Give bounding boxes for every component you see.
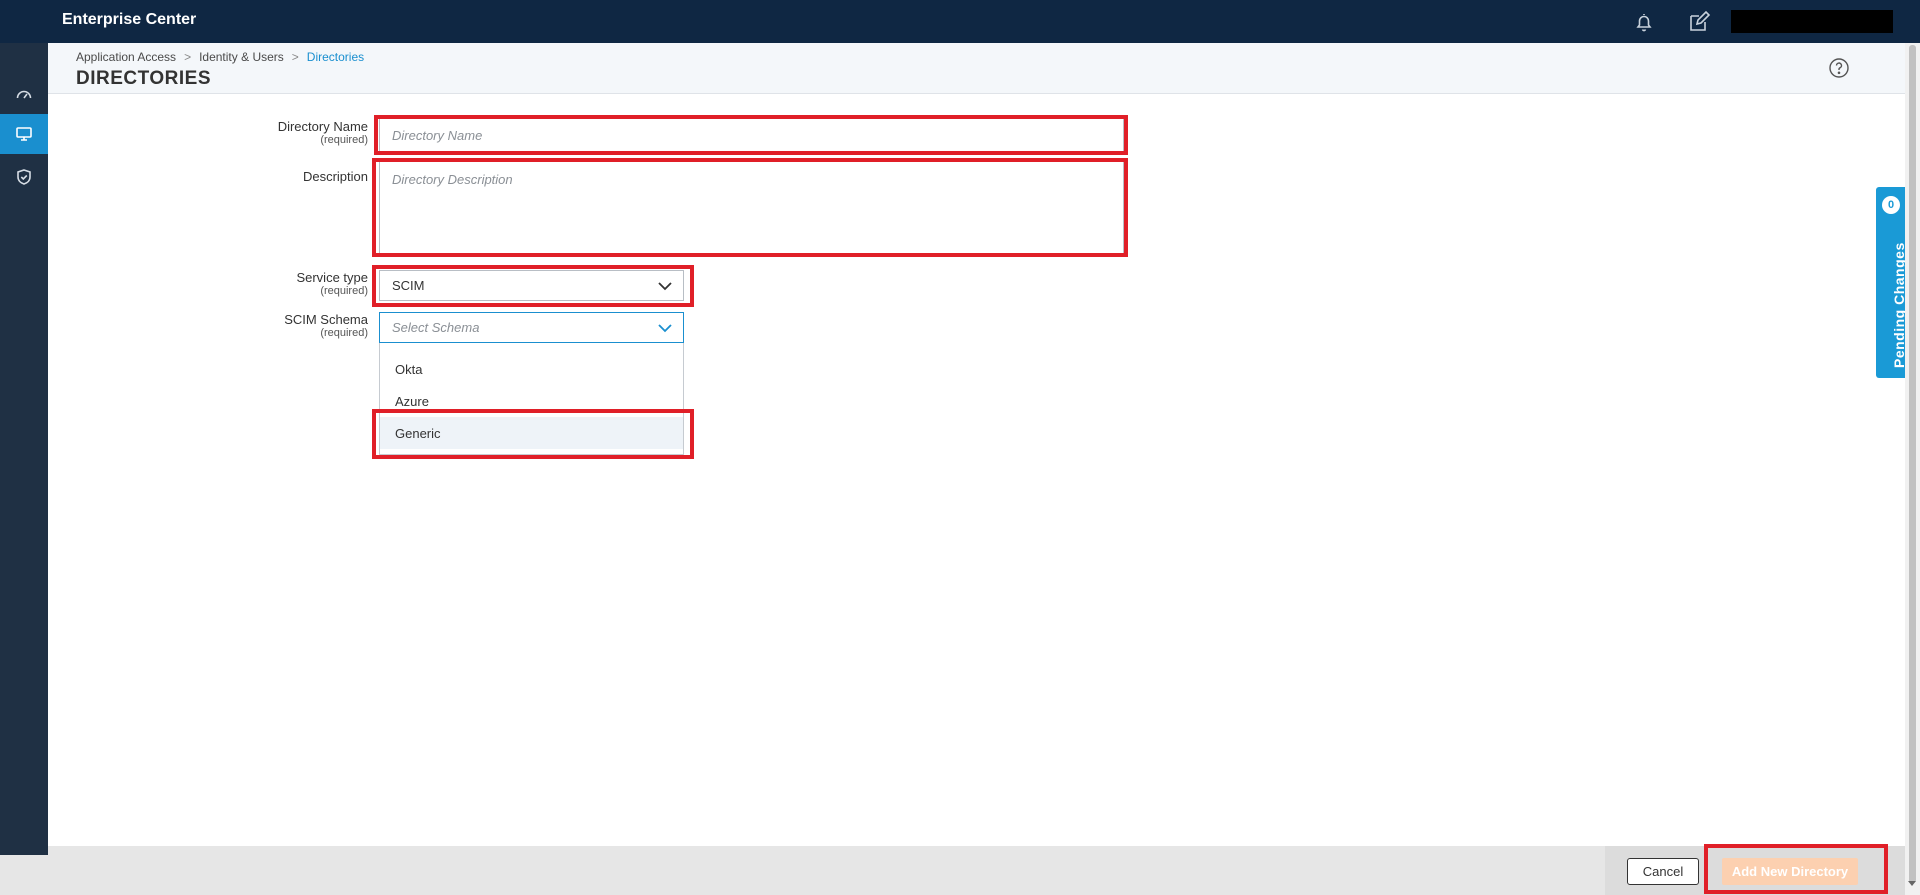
monitor-icon bbox=[16, 127, 32, 141]
bell-icon[interactable] bbox=[1632, 10, 1656, 34]
breadcrumb-separator: > bbox=[184, 50, 192, 64]
vertical-scrollbar[interactable] bbox=[1905, 43, 1920, 895]
scroll-down-icon[interactable] bbox=[1908, 881, 1916, 886]
pending-changes-count: 0 bbox=[1882, 196, 1900, 214]
top-bar: Enterprise Center bbox=[0, 0, 1920, 43]
scim-schema-label: SCIM Schema (required) bbox=[168, 312, 368, 340]
cancel-button[interactable]: Cancel bbox=[1627, 858, 1699, 885]
scrollbar-thumb[interactable] bbox=[1909, 45, 1916, 883]
breadcrumb-item-application-access[interactable]: Application Access bbox=[76, 50, 176, 64]
directory-name-placeholder: Directory Name bbox=[392, 127, 483, 143]
user-menu[interactable] bbox=[1731, 10, 1893, 33]
required-note: (required) bbox=[320, 134, 368, 146]
service-type-label-text: Service type bbox=[296, 270, 368, 285]
dropdown-option-okta[interactable]: Okta bbox=[380, 353, 683, 385]
directory-name-label: Directory Name (required) bbox=[168, 119, 368, 147]
directory-name-label-text: Directory Name bbox=[277, 119, 368, 134]
footer-bar bbox=[0, 855, 1605, 895]
scim-schema-select[interactable]: Select Schema bbox=[379, 312, 684, 343]
breadcrumb-item-directories: Directories bbox=[306, 50, 365, 64]
dropdown-option-generic[interactable]: Generic bbox=[380, 417, 683, 449]
description-placeholder: Directory Description bbox=[392, 172, 513, 187]
required-note: (required) bbox=[320, 285, 368, 297]
footer-bar bbox=[48, 846, 1605, 855]
app-title: Enterprise Center bbox=[62, 11, 197, 28]
pending-changes-tab[interactable]: 0 Pending Changes bbox=[1876, 187, 1907, 378]
dropdown-option-azure[interactable]: Azure bbox=[380, 385, 683, 417]
service-type-value: SCIM bbox=[392, 278, 425, 293]
description-label: Description bbox=[168, 169, 368, 184]
help-icon[interactable] bbox=[1828, 57, 1850, 79]
directory-name-input[interactable]: Directory Name bbox=[379, 118, 1124, 152]
scim-schema-label-text: SCIM Schema bbox=[284, 312, 368, 327]
breadcrumb: Application Access > Identity & Users > Dire… bbox=[76, 50, 364, 64]
breadcrumb-item-identity-users[interactable]: Identity & Users bbox=[199, 50, 284, 64]
description-textarea[interactable]: Directory Description bbox=[379, 161, 1124, 257]
chevron-down-icon bbox=[658, 281, 672, 290]
edit-icon[interactable] bbox=[1687, 10, 1711, 34]
required-note: (required) bbox=[320, 327, 368, 339]
shield-check-icon bbox=[17, 169, 31, 185]
scim-schema-placeholder: Select Schema bbox=[392, 320, 480, 335]
breadcrumb-separator: > bbox=[291, 50, 299, 64]
chevron-down-icon bbox=[658, 323, 672, 332]
page-header: Application Access > Identity & Users > Dire… bbox=[48, 43, 1905, 94]
nav-application-access[interactable] bbox=[0, 114, 48, 154]
service-type-label: Service type (required) bbox=[168, 270, 368, 298]
left-nav bbox=[0, 43, 48, 855]
service-type-select[interactable]: SCIM bbox=[379, 270, 684, 301]
page-title: DIRECTORIES bbox=[76, 68, 212, 89]
dashboard-icon bbox=[16, 90, 32, 99]
description-label-text: Description bbox=[302, 169, 368, 184]
nav-security[interactable] bbox=[0, 157, 48, 197]
add-new-directory-button[interactable]: Add New Directory bbox=[1722, 858, 1858, 885]
scim-schema-dropdown: Okta Azure Generic bbox=[379, 343, 684, 455]
nav-dashboard[interactable] bbox=[0, 74, 48, 114]
